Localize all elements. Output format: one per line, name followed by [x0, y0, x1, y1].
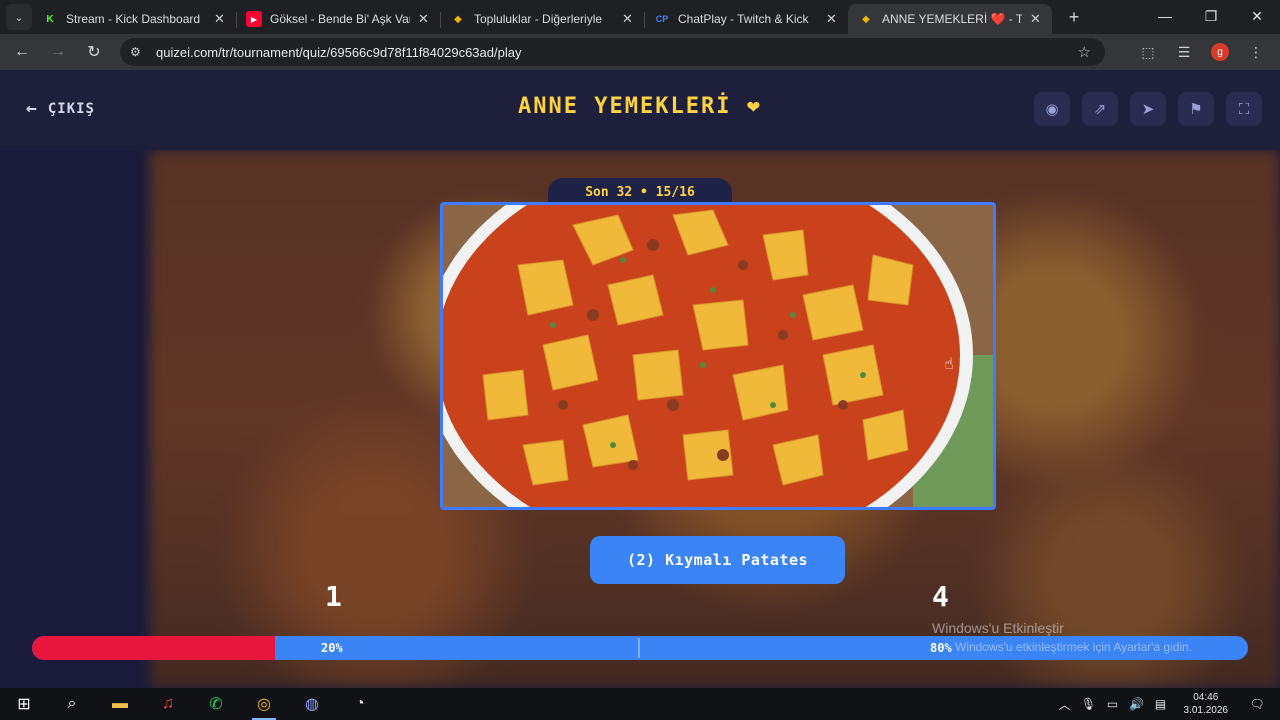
recorder-icon[interactable]: ◔ — [336, 688, 384, 720]
media-control-icon[interactable]: ☰ — [1170, 44, 1198, 61]
browser-right-tools: ⬚ ☰ g ⋮ — [1134, 34, 1270, 70]
close-tab-icon[interactable]: ✕ — [826, 11, 838, 27]
browser-tab[interactable]: CP ChatPlay - Twitch & Kick ✕ — [644, 4, 848, 34]
choice-button[interactable]: (2) Kıymalı Patates — [590, 536, 845, 584]
minimize-icon[interactable]: — — [1142, 0, 1188, 32]
network-icon[interactable]: ▤ — [1152, 697, 1170, 711]
discord-icon[interactable]: ◍ — [288, 688, 336, 720]
windows-taskbar: ⊞ ⌕ ▬ ♫ ✆ ◎ ◍ ◔ ︿ 🎙 ▭ 🔊 ▤ 04:46 3.01.202… — [0, 688, 1280, 720]
browser-menu-icon[interactable]: ⋮ — [1242, 44, 1270, 61]
vote-progress-fill — [32, 636, 276, 660]
tab-title: Stream - Kick Dashboard — [66, 12, 201, 26]
file-explorer-icon[interactable]: ▬ — [96, 688, 144, 720]
volume-icon[interactable]: 🔊 — [1128, 697, 1146, 711]
search-icon[interactable]: ⌕ — [48, 688, 96, 720]
restore-icon[interactable]: ❐ — [1188, 0, 1234, 32]
right-vote-count: 4 — [932, 580, 949, 613]
food-image[interactable] — [440, 202, 996, 510]
fullscreen-icon[interactable]: ⛶ — [1226, 92, 1262, 126]
close-window-icon[interactable]: ✕ — [1234, 0, 1280, 32]
notifications-icon[interactable]: 🗨 — [1248, 697, 1266, 711]
quizei-icon: ◆ — [454, 13, 462, 25]
music-app-icon[interactable]: ♫ — [144, 688, 192, 720]
close-tab-icon[interactable]: ✕ — [622, 11, 634, 27]
chatplay-icon: CP — [655, 14, 669, 24]
extensions-icon[interactable]: ⬚ — [1134, 44, 1162, 61]
browser-tab[interactable]: ◆ Topluluklar - Diğerleriyle ✕ — [440, 4, 644, 34]
whatsapp-icon[interactable]: ✆ — [192, 688, 240, 720]
system-tray: ︿ 🎙 ▭ 🔊 ▤ 04:46 3.01.2026 🗨 — [1056, 688, 1280, 720]
hand-cursor-icon: ☝ — [944, 356, 954, 373]
progress-midline — [638, 638, 640, 658]
close-tab-icon[interactable]: ✕ — [1030, 11, 1042, 27]
browser-tab[interactable]: K Stream - Kick Dashboard ✕ — [32, 4, 236, 34]
eye-icon[interactable]: ◉ — [1034, 92, 1070, 126]
forward-icon[interactable]: → — [40, 43, 76, 61]
microphone-icon[interactable]: 🎙 — [1080, 697, 1098, 711]
address-bar[interactable]: ⚙ quizei.com/tr/tournament/quiz/69566c9d… — [120, 38, 1105, 66]
back-icon[interactable]: ← — [4, 43, 40, 61]
share-icon[interactable]: ⇗ — [1082, 92, 1118, 126]
tab-title: ANNE YEMEKLERİ ❤️ - T — [882, 12, 1022, 26]
browser-toolbar: ← → ↻ ⚙ quizei.com/tr/tournament/quiz/69… — [0, 34, 1280, 70]
tab-title: ChatPlay - Twitch & Kick — [678, 12, 809, 26]
new-tab-icon[interactable]: + — [1062, 7, 1086, 28]
close-tab-icon[interactable]: ✕ — [418, 11, 430, 27]
window-controls: — ❐ ✕ — [1142, 0, 1280, 32]
quiz-header: ← ÇIKIŞ ANNE YEMEKLERİ ❤ ◉ ⇗ ➤ ⚑ ⛶ — [0, 70, 1280, 150]
clock-time: 04:46 — [1193, 692, 1219, 703]
url-text[interactable]: quizei.com/tr/tournament/quiz/69566c9d78… — [156, 45, 521, 60]
profile-avatar[interactable]: g — [1211, 43, 1229, 61]
tab-search-icon[interactable]: ⌄ — [6, 4, 32, 30]
browser-tab-active[interactable]: ◆ ANNE YEMEKLERİ ❤️ - T ✕ — [848, 4, 1052, 34]
youtube-icon: ▶ — [246, 11, 262, 27]
flag-icon[interactable]: ⚑ — [1178, 92, 1214, 126]
browser-tabstrip: ⌄ K Stream - Kick Dashboard ✕ ▶ Göksel -… — [0, 0, 1280, 34]
chevron-up-icon[interactable]: ︿ — [1056, 696, 1074, 713]
browser-tab[interactable]: ▶ Göksel - Bende Bi' Aşk Var ✕ — [236, 4, 440, 34]
clock-date: 3.01.2026 — [1183, 705, 1229, 716]
right-percent-label: 80% — [930, 641, 952, 655]
left-vote-count: 1 — [325, 580, 342, 613]
display-icon[interactable]: ▭ — [1104, 697, 1122, 711]
tab-title: Topluluklar - Diğerleriyle — [474, 12, 603, 26]
chrome-icon[interactable]: ◎ — [240, 688, 288, 720]
quiz-stage: Son 32 • 15/16 ☝ (2) Kıymalı Patates 1 4… — [0, 150, 1280, 688]
header-actions: ◉ ⇗ ➤ ⚑ ⛶ — [1034, 92, 1262, 126]
clock[interactable]: 04:46 3.01.2026 — [1184, 691, 1229, 717]
food-photo-illustration — [443, 205, 993, 507]
windows-activation-watermark: Windows'u Etkinleştir — [932, 620, 1064, 636]
reload-icon[interactable]: ↻ — [76, 42, 112, 62]
quizei-icon: ◆ — [862, 13, 870, 25]
windows-activation-hint: Windows'u etkinleştirmek için Ayarlar'a … — [955, 640, 1193, 654]
heart-icon: ❤ — [746, 94, 762, 119]
close-tab-icon[interactable]: ✕ — [214, 11, 226, 27]
tab-title: Göksel - Bende Bi' Aşk Var — [270, 12, 410, 26]
left-percent-label: 20% — [321, 641, 343, 655]
site-info-icon[interactable]: ⚙ — [130, 45, 148, 59]
kick-icon: K — [46, 13, 54, 25]
bookmark-star-icon[interactable]: ☆ — [1078, 43, 1091, 61]
send-icon[interactable]: ➤ — [1130, 92, 1166, 126]
quiz-title-text: ANNE YEMEKLERİ — [518, 94, 732, 119]
windows-start-icon[interactable]: ⊞ — [0, 688, 48, 720]
